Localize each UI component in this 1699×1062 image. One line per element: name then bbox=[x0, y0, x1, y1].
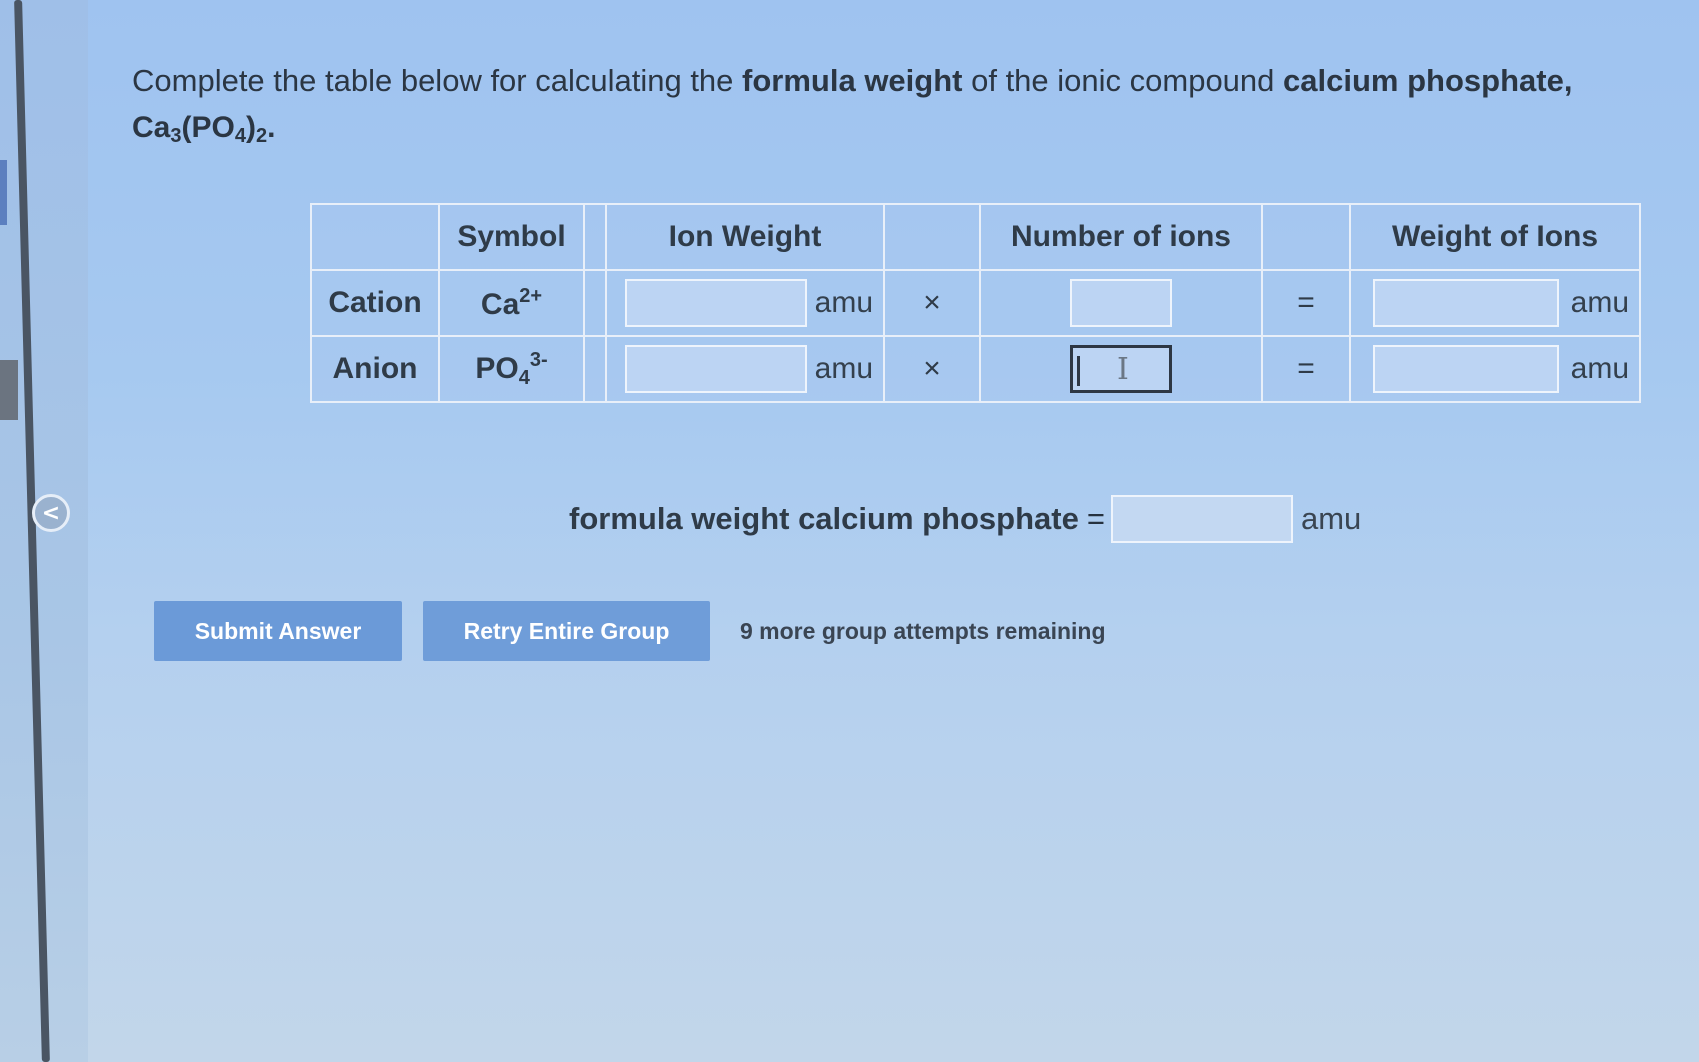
row-label: Anion bbox=[310, 335, 440, 403]
anion-number-input[interactable]: I bbox=[1070, 345, 1172, 393]
compound-formula: Ca3(PO4)2. bbox=[132, 111, 276, 147]
action-bar: Submit Answer Retry Entire Group 9 more … bbox=[154, 601, 1106, 661]
table-header-row: Symbol Ion Weight Number of ions Weight … bbox=[310, 203, 1641, 271]
anion-weight-input[interactable] bbox=[1372, 345, 1559, 393]
unit-label: amu bbox=[1300, 501, 1362, 536]
question-prompt: Complete the table below for calculating… bbox=[132, 63, 1573, 147]
retry-group-button[interactable]: Retry Entire Group bbox=[423, 601, 710, 661]
equals-sign: = bbox=[1261, 335, 1351, 403]
header-ion-weight: Ion Weight bbox=[605, 203, 885, 271]
collapse-sidebar-button[interactable]: < bbox=[32, 494, 70, 532]
sidebar-tab-indicator[interactable] bbox=[0, 160, 7, 225]
header-weight-of-ions: Weight of Ions bbox=[1349, 203, 1641, 271]
unit-label: amu bbox=[1570, 352, 1629, 385]
submit-answer-button[interactable]: Submit Answer bbox=[154, 601, 402, 661]
multiply-sign: × bbox=[883, 335, 981, 403]
equals-sign: = bbox=[1261, 269, 1351, 337]
formula-weight-table: Symbol Ion Weight Number of ions Weight … bbox=[310, 203, 1641, 403]
equals-sign: = bbox=[1086, 501, 1105, 536]
cation-weight-input[interactable] bbox=[1372, 279, 1559, 327]
text-cursor-icon: I bbox=[1117, 352, 1129, 387]
header-number-of-ions: Number of ions bbox=[979, 203, 1263, 271]
sidebar-tab-active[interactable] bbox=[0, 360, 18, 420]
text-caret bbox=[1077, 356, 1080, 386]
question-content: Complete the table below for calculating… bbox=[132, 58, 1677, 661]
attempts-remaining: 9 more group attempts remaining bbox=[740, 617, 1106, 644]
cation-ion-weight-input[interactable] bbox=[624, 279, 807, 327]
row-label: Cation bbox=[310, 269, 440, 337]
formula-weight-label: formula weight calcium phosphate bbox=[569, 501, 1079, 536]
unit-label: amu bbox=[814, 352, 873, 385]
table-row-anion: Anion PO43- amu × I = amu bbox=[310, 335, 1641, 403]
header-symbol: Symbol bbox=[438, 203, 585, 271]
formula-weight-input[interactable] bbox=[1110, 495, 1293, 543]
header-blank bbox=[310, 203, 440, 271]
cation-number-input[interactable] bbox=[1070, 279, 1172, 327]
chevron-left-icon: < bbox=[41, 500, 61, 526]
unit-label: amu bbox=[814, 286, 873, 319]
unit-label: amu bbox=[1570, 286, 1629, 319]
anion-ion-weight-input[interactable] bbox=[624, 345, 807, 393]
cation-symbol: Ca2+ bbox=[438, 269, 585, 337]
anion-symbol: PO43- bbox=[438, 335, 585, 403]
multiply-sign: × bbox=[883, 269, 981, 337]
table-row-cation: Cation Ca2+ amu × = amu bbox=[310, 269, 1641, 337]
formula-weight-row: formula weight calcium phosphate = amu bbox=[569, 495, 1361, 543]
